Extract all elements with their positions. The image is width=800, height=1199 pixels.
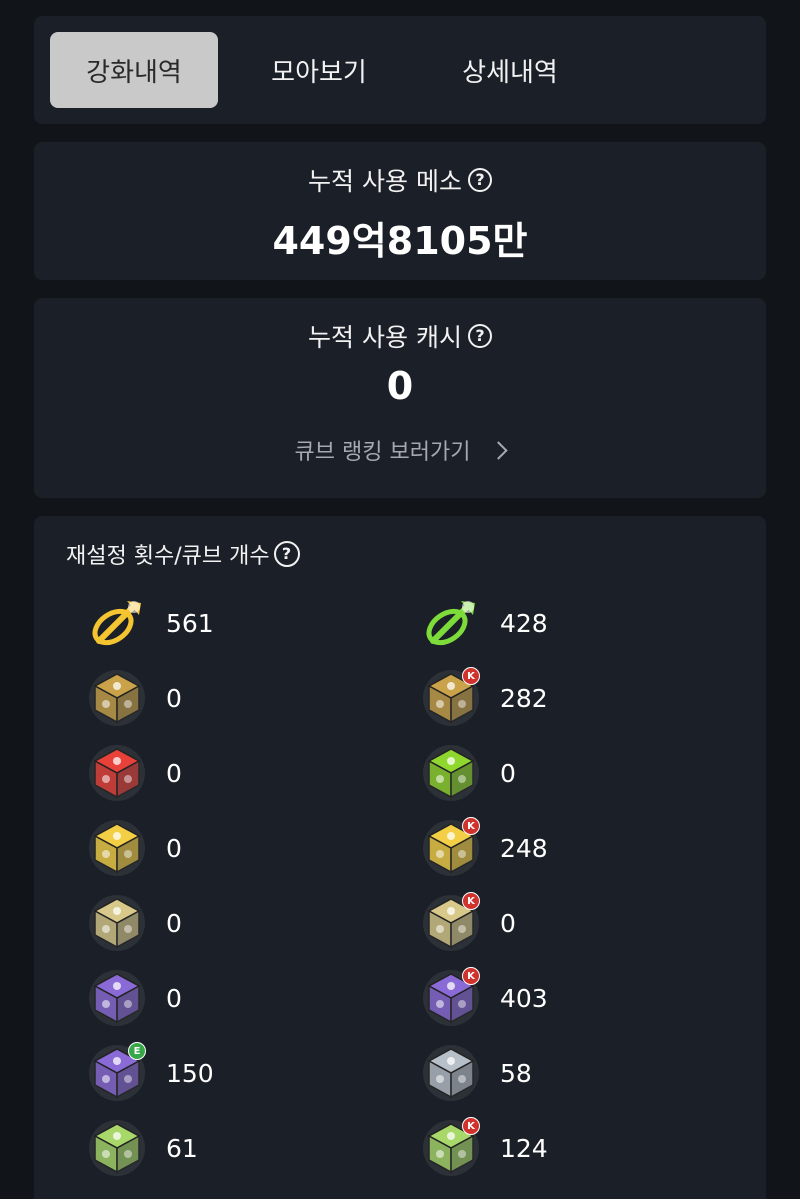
cube-item: 0 — [84, 665, 182, 731]
meister-cube-icon — [84, 890, 150, 956]
cube-ranking-link-label: 큐브 랭킹 보러가기 — [294, 440, 471, 465]
cube-item: 561 — [84, 590, 214, 656]
cube-count: 61 — [166, 1133, 198, 1163]
cube-section-title-label: 재설정 횟수/큐브 개수 — [66, 544, 270, 569]
additional-cube-icon — [418, 740, 484, 806]
cube-count: 0 — [500, 908, 516, 938]
tab-details[interactable]: 상세내역 — [420, 32, 600, 108]
cube-count: 0 — [500, 758, 516, 788]
cube-item: 0 — [84, 890, 182, 956]
cash-label: 누적 사용 캐시 — [308, 323, 462, 352]
meso-label-row: 누적 사용 메소 ? — [34, 162, 766, 198]
cube-item: 0 — [84, 965, 182, 1031]
master-cube-k-icon: K — [418, 815, 484, 881]
cube-count: 0 — [166, 908, 182, 938]
glowing-cube-icon — [84, 1115, 150, 1181]
k-badge-icon: K — [462, 967, 480, 985]
k-badge-icon: K — [462, 817, 480, 835]
tab-overview[interactable]: 모아보기 — [234, 32, 404, 108]
cube-section-title: 재설정 횟수/큐브 개수 ? — [66, 538, 300, 570]
cube-count-card: 재설정 횟수/큐브 개수 ? 561 428 0 K 282 0 0 0 K 248 0 K 0 0 K 40… — [34, 516, 766, 1199]
occult-cube-icon — [84, 965, 150, 1031]
master-cube-icon — [84, 815, 150, 881]
cube-count: 561 — [166, 608, 214, 638]
help-icon[interactable]: ? — [467, 324, 492, 348]
help-icon[interactable]: ? — [467, 168, 492, 192]
cash-summary-card: 누적 사용 캐시 ? 0 큐브 랭킹 보러가기 — [34, 298, 766, 498]
meso-summary-card: 누적 사용 메소 ? 449억8105만 — [34, 142, 766, 280]
cube-count: 0 — [166, 683, 182, 713]
cube-count: 403 — [500, 983, 548, 1013]
artisan-cube-icon — [418, 1040, 484, 1106]
tab-bar: 강화내역 모아보기 상세내역 — [34, 16, 766, 124]
tab-enhancement-history[interactable]: 강화내역 — [50, 32, 218, 108]
cube-count: 124 — [500, 1133, 548, 1163]
k-badge-icon: K — [462, 667, 480, 685]
cash-label-row: 누적 사용 캐시 ? — [34, 318, 766, 354]
chevron-right-icon — [489, 440, 509, 460]
cube-count: 150 — [166, 1058, 214, 1088]
cube-item: E 150 — [84, 1040, 214, 1106]
meister-cube-k-icon: K — [418, 890, 484, 956]
k-badge-icon: K — [462, 1117, 480, 1135]
cube-item: K 248 — [418, 815, 548, 881]
cube-count: 428 — [500, 608, 548, 638]
cube-item: K 403 — [418, 965, 548, 1031]
meso-label: 누적 사용 메소 — [308, 167, 462, 196]
cube-item: 58 — [418, 1040, 532, 1106]
cube-item: K0 — [418, 890, 516, 956]
cube-item: 0 — [84, 815, 182, 881]
occult-cube-e-icon: E — [84, 1040, 150, 1106]
occult-cube-k-icon: K — [418, 965, 484, 1031]
cube-item: 0 — [84, 740, 182, 806]
cube-count: 0 — [166, 833, 182, 863]
e-badge-icon: E — [128, 1042, 146, 1060]
cube-ranking-link[interactable]: 큐브 랭킹 보러가기 — [34, 434, 766, 466]
cube-count: 58 — [500, 1058, 532, 1088]
black-cube-icon — [84, 665, 150, 731]
black-cube-k-icon: K — [418, 665, 484, 731]
help-icon[interactable]: ? — [273, 541, 300, 567]
k-badge-icon: K — [462, 892, 480, 910]
red-cube-icon — [84, 740, 150, 806]
cube-count: 282 — [500, 683, 548, 713]
cash-value: 0 — [386, 364, 414, 408]
cube-item: 61 — [84, 1115, 198, 1181]
meso-value: 449억8105만 — [272, 219, 528, 263]
cube-item: K 282 — [418, 665, 548, 731]
cube-count: 0 — [166, 983, 182, 1013]
cube-count: 248 — [500, 833, 548, 863]
cube-item: 428 — [418, 590, 548, 656]
green-hammer-icon — [418, 590, 484, 656]
cube-item: 0 — [418, 740, 516, 806]
cube-item: K 124 — [418, 1115, 548, 1181]
glowing-cube-k-icon: K — [418, 1115, 484, 1181]
gold-hammer-icon — [84, 590, 150, 656]
cube-count: 0 — [166, 758, 182, 788]
